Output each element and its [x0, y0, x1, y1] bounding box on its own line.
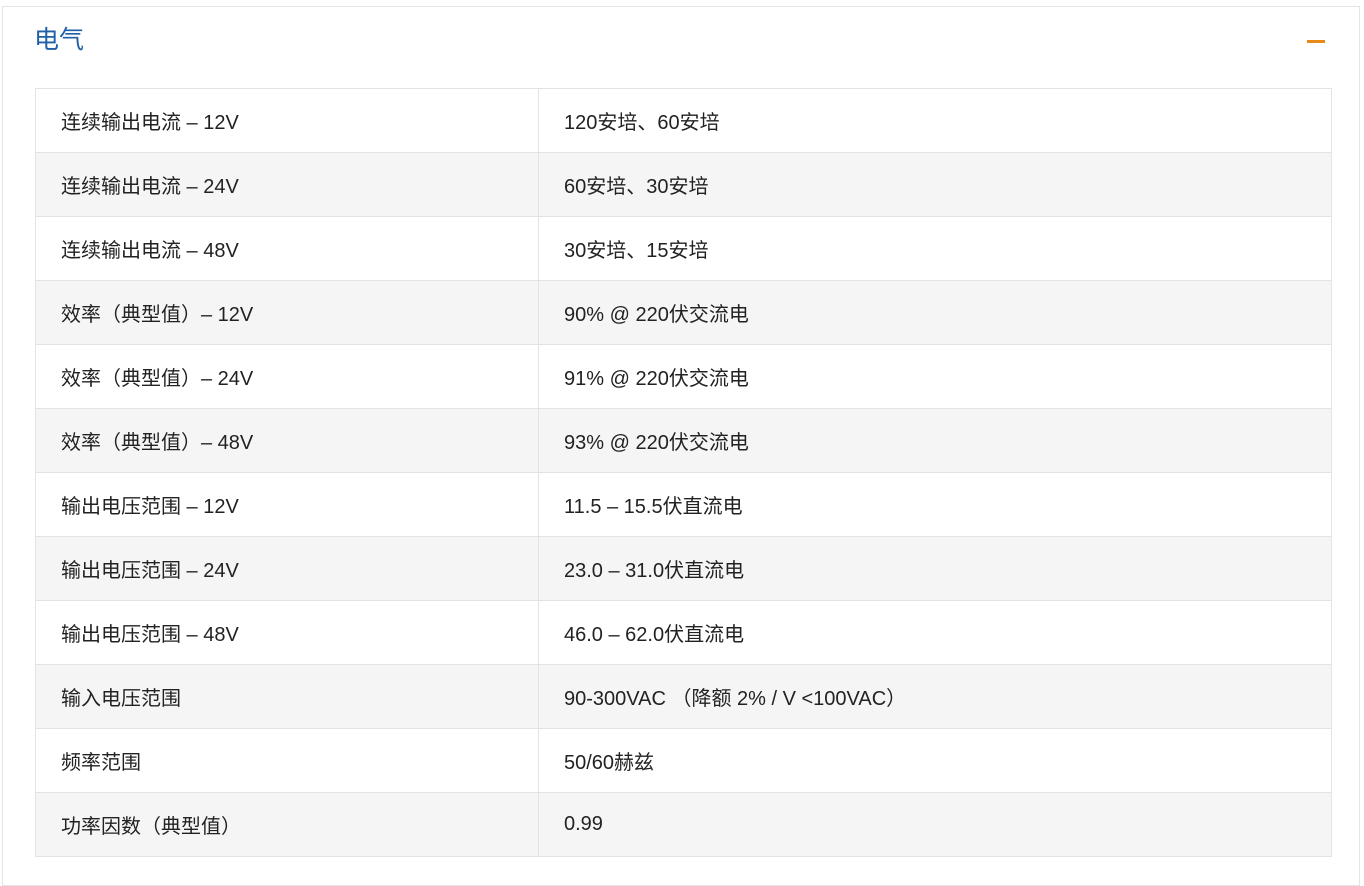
spec-label: 连续输出电流 – 24V [35, 152, 539, 217]
spec-value: 60安培、30安培 [538, 152, 1332, 217]
section-header[interactable]: 电气 [3, 7, 1359, 87]
spec-label: 输出电压范围 – 12V [35, 472, 539, 537]
table-row: 连续输出电流 – 12V 120安培、60安培 [35, 88, 1332, 153]
table-row: 功率因数（典型值） 0.99 [35, 792, 1332, 857]
spec-value: 91% @ 220伏交流电 [538, 344, 1332, 409]
spec-value: 0.99 [538, 792, 1332, 857]
table-row: 效率（典型值）– 48V 93% @ 220伏交流电 [35, 408, 1332, 473]
spec-value: 90% @ 220伏交流电 [538, 280, 1332, 345]
table-row: 输出电压范围 – 12V 11.5 – 15.5伏直流电 [35, 472, 1332, 537]
spec-label: 输出电压范围 – 24V [35, 536, 539, 601]
minus-icon [1307, 40, 1325, 43]
spec-value: 23.0 – 31.0伏直流电 [538, 536, 1332, 601]
spec-value: 90-300VAC （降额 2% / V <100VAC） [538, 664, 1332, 729]
spec-label: 输入电压范围 [35, 664, 539, 729]
electrical-section-panel: 电气 连续输出电流 – 12V 120安培、60安培 连续输出电流 – 24V … [2, 6, 1360, 886]
section-title: 电气 [34, 26, 85, 54]
spec-label: 连续输出电流 – 12V [35, 88, 539, 153]
spec-label: 效率（典型值）– 48V [35, 408, 539, 473]
table-row: 连续输出电流 – 48V 30安培、15安培 [35, 216, 1332, 281]
spec-label: 效率（典型值）– 12V [35, 280, 539, 345]
spec-table: 连续输出电流 – 12V 120安培、60安培 连续输出电流 – 24V 60安… [35, 88, 1332, 857]
spec-value: 30安培、15安培 [538, 216, 1332, 281]
spec-label: 连续输出电流 – 48V [35, 216, 539, 281]
spec-label: 效率（典型值）– 24V [35, 344, 539, 409]
table-row: 输入电压范围 90-300VAC （降额 2% / V <100VAC） [35, 664, 1332, 729]
table-row: 效率（典型值）– 12V 90% @ 220伏交流电 [35, 280, 1332, 345]
spec-label: 功率因数（典型值） [35, 792, 539, 857]
table-row: 输出电压范围 – 24V 23.0 – 31.0伏直流电 [35, 536, 1332, 601]
spec-value: 11.5 – 15.5伏直流电 [538, 472, 1332, 537]
spec-label: 输出电压范围 – 48V [35, 600, 539, 665]
table-row: 频率范围 50/60赫兹 [35, 728, 1332, 793]
table-row: 连续输出电流 – 24V 60安培、30安培 [35, 152, 1332, 217]
table-row: 效率（典型值）– 24V 91% @ 220伏交流电 [35, 344, 1332, 409]
collapse-toggle-button[interactable] [1305, 31, 1327, 53]
spec-value: 50/60赫兹 [538, 728, 1332, 793]
spec-value: 120安培、60安培 [538, 88, 1332, 153]
table-row: 输出电压范围 – 48V 46.0 – 62.0伏直流电 [35, 600, 1332, 665]
spec-value: 93% @ 220伏交流电 [538, 408, 1332, 473]
spec-label: 频率范围 [35, 728, 539, 793]
spec-value: 46.0 – 62.0伏直流电 [538, 600, 1332, 665]
